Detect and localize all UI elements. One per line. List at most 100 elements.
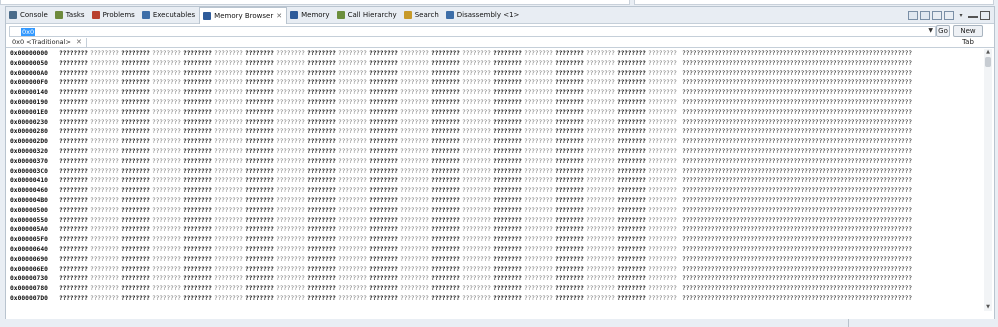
memory-cell[interactable]: ???????? <box>338 206 367 216</box>
memory-cell[interactable]: ???????? <box>369 147 398 157</box>
memory-cell[interactable]: ???????? <box>276 196 305 206</box>
memory-cell[interactable]: ???????? <box>369 235 398 245</box>
memory-cell[interactable]: ???????? <box>493 98 522 108</box>
memory-cell[interactable]: ???????? <box>462 216 491 226</box>
memory-cell[interactable]: ???????? <box>183 108 212 118</box>
memory-cell[interactable]: ???????? <box>245 137 274 147</box>
memory-cell[interactable]: ???????? <box>586 196 615 206</box>
memory-cell[interactable]: ???????? <box>431 147 460 157</box>
ascii-column[interactable]: ????????????????????????????????????????… <box>682 225 912 235</box>
memory-cell[interactable]: ???????? <box>338 98 367 108</box>
tab-memory-browser[interactable]: Memory Browser ✕ <box>199 7 288 24</box>
ascii-column[interactable]: ????????????????????????????????????????… <box>682 98 912 108</box>
memory-cell[interactable]: ???????? <box>152 147 181 157</box>
memory-cell[interactable]: ???????? <box>90 167 119 177</box>
memory-cell[interactable]: ???????? <box>617 78 646 88</box>
memory-cell[interactable]: ???????? <box>555 186 584 196</box>
memory-cell[interactable]: ???????? <box>90 49 119 59</box>
memory-cell[interactable]: ???????? <box>586 118 615 128</box>
memory-cell[interactable]: ???????? <box>648 157 677 167</box>
memory-cell[interactable]: ???????? <box>400 78 429 88</box>
memory-cell[interactable]: ???????? <box>586 245 615 255</box>
memory-cell[interactable]: ???????? <box>307 196 336 206</box>
memory-cell[interactable]: ???????? <box>369 137 398 147</box>
memory-cell[interactable]: ???????? <box>121 284 150 294</box>
memory-cell[interactable]: ???????? <box>555 88 584 98</box>
memory-cell[interactable]: ???????? <box>493 255 522 265</box>
memory-cell[interactable]: ???????? <box>121 206 150 216</box>
memory-cell[interactable]: ???????? <box>245 206 274 216</box>
memory-cell[interactable]: ???????? <box>121 127 150 137</box>
memory-cell[interactable]: ???????? <box>648 186 677 196</box>
memory-cell[interactable]: ???????? <box>586 206 615 216</box>
memory-cell[interactable]: ???????? <box>617 284 646 294</box>
memory-cell[interactable]: ???????? <box>59 235 88 245</box>
memory-cell[interactable]: ???????? <box>400 274 429 284</box>
memory-cell[interactable]: ???????? <box>183 78 212 88</box>
memory-cell[interactable]: ???????? <box>586 78 615 88</box>
memory-cell[interactable]: ???????? <box>276 157 305 167</box>
memory-cell[interactable]: ???????? <box>400 245 429 255</box>
memory-cell[interactable]: ???????? <box>431 167 460 177</box>
memory-cell[interactable]: ???????? <box>276 59 305 69</box>
memory-cell[interactable]: ???????? <box>214 127 243 137</box>
memory-cell[interactable]: ???????? <box>462 225 491 235</box>
memory-cell[interactable]: ???????? <box>183 176 212 186</box>
memory-cell[interactable]: ???????? <box>276 274 305 284</box>
memory-cell[interactable]: ???????? <box>59 265 88 275</box>
memory-cell[interactable]: ???????? <box>245 127 274 137</box>
minimize-icon[interactable] <box>968 12 978 18</box>
memory-cell[interactable]: ???????? <box>245 284 274 294</box>
memory-cell[interactable]: ???????? <box>90 216 119 226</box>
memory-cell[interactable]: ???????? <box>245 294 274 304</box>
memory-cell[interactable]: ???????? <box>586 235 615 245</box>
memory-cell[interactable]: ???????? <box>586 108 615 118</box>
memory-cell[interactable]: ???????? <box>90 225 119 235</box>
memory-cell[interactable]: ???????? <box>462 59 491 69</box>
memory-cell[interactable]: ???????? <box>493 127 522 137</box>
memory-cell[interactable]: ???????? <box>307 69 336 79</box>
memory-cell[interactable]: ???????? <box>59 176 88 186</box>
memory-cell[interactable]: ???????? <box>493 69 522 79</box>
memory-cell[interactable]: ???????? <box>276 88 305 98</box>
memory-cell[interactable]: ???????? <box>648 118 677 128</box>
memory-cell[interactable]: ???????? <box>59 98 88 108</box>
memory-cell[interactable]: ???????? <box>493 274 522 284</box>
memory-cell[interactable]: ???????? <box>524 265 553 275</box>
memory-cell[interactable]: ???????? <box>431 245 460 255</box>
memory-cell[interactable]: ???????? <box>59 255 88 265</box>
ascii-column[interactable]: ????????????????????????????????????????… <box>682 186 912 196</box>
memory-cell[interactable]: ???????? <box>400 118 429 128</box>
memory-cell[interactable]: ???????? <box>400 108 429 118</box>
memory-cell[interactable]: ???????? <box>214 294 243 304</box>
memory-cell[interactable]: ???????? <box>493 49 522 59</box>
memory-cell[interactable]: ???????? <box>214 137 243 147</box>
memory-cell[interactable]: ???????? <box>90 78 119 88</box>
memory-cell[interactable]: ???????? <box>493 167 522 177</box>
memory-cell[interactable]: ???????? <box>617 186 646 196</box>
memory-cell[interactable]: ???????? <box>59 108 88 118</box>
memory-cell[interactable]: ???????? <box>183 216 212 226</box>
memory-cell[interactable]: ???????? <box>524 294 553 304</box>
memory-cell[interactable]: ???????? <box>90 69 119 79</box>
memory-cell[interactable]: ???????? <box>617 127 646 137</box>
memory-cell[interactable]: ???????? <box>617 225 646 235</box>
memory-cell[interactable]: ???????? <box>555 137 584 147</box>
memory-cell[interactable]: ???????? <box>462 78 491 88</box>
memory-cell[interactable]: ???????? <box>648 196 677 206</box>
memory-cell[interactable]: ???????? <box>214 98 243 108</box>
ascii-column[interactable]: ????????????????????????????????????????… <box>682 235 912 245</box>
memory-cell[interactable]: ???????? <box>307 49 336 59</box>
memory-cell[interactable]: ???????? <box>183 118 212 128</box>
memory-cell[interactable]: ???????? <box>90 294 119 304</box>
ascii-column[interactable]: ????????????????????????????????????????… <box>682 147 912 157</box>
memory-cell[interactable]: ???????? <box>400 216 429 226</box>
memory-cell[interactable]: ???????? <box>121 186 150 196</box>
memory-cell[interactable]: ???????? <box>152 216 181 226</box>
memory-cell[interactable]: ???????? <box>493 206 522 216</box>
memory-cell[interactable]: ???????? <box>152 118 181 128</box>
memory-cell[interactable]: ???????? <box>90 176 119 186</box>
memory-cell[interactable]: ???????? <box>307 157 336 167</box>
memory-cell[interactable]: ???????? <box>307 186 336 196</box>
memory-cell[interactable]: ???????? <box>59 147 88 157</box>
